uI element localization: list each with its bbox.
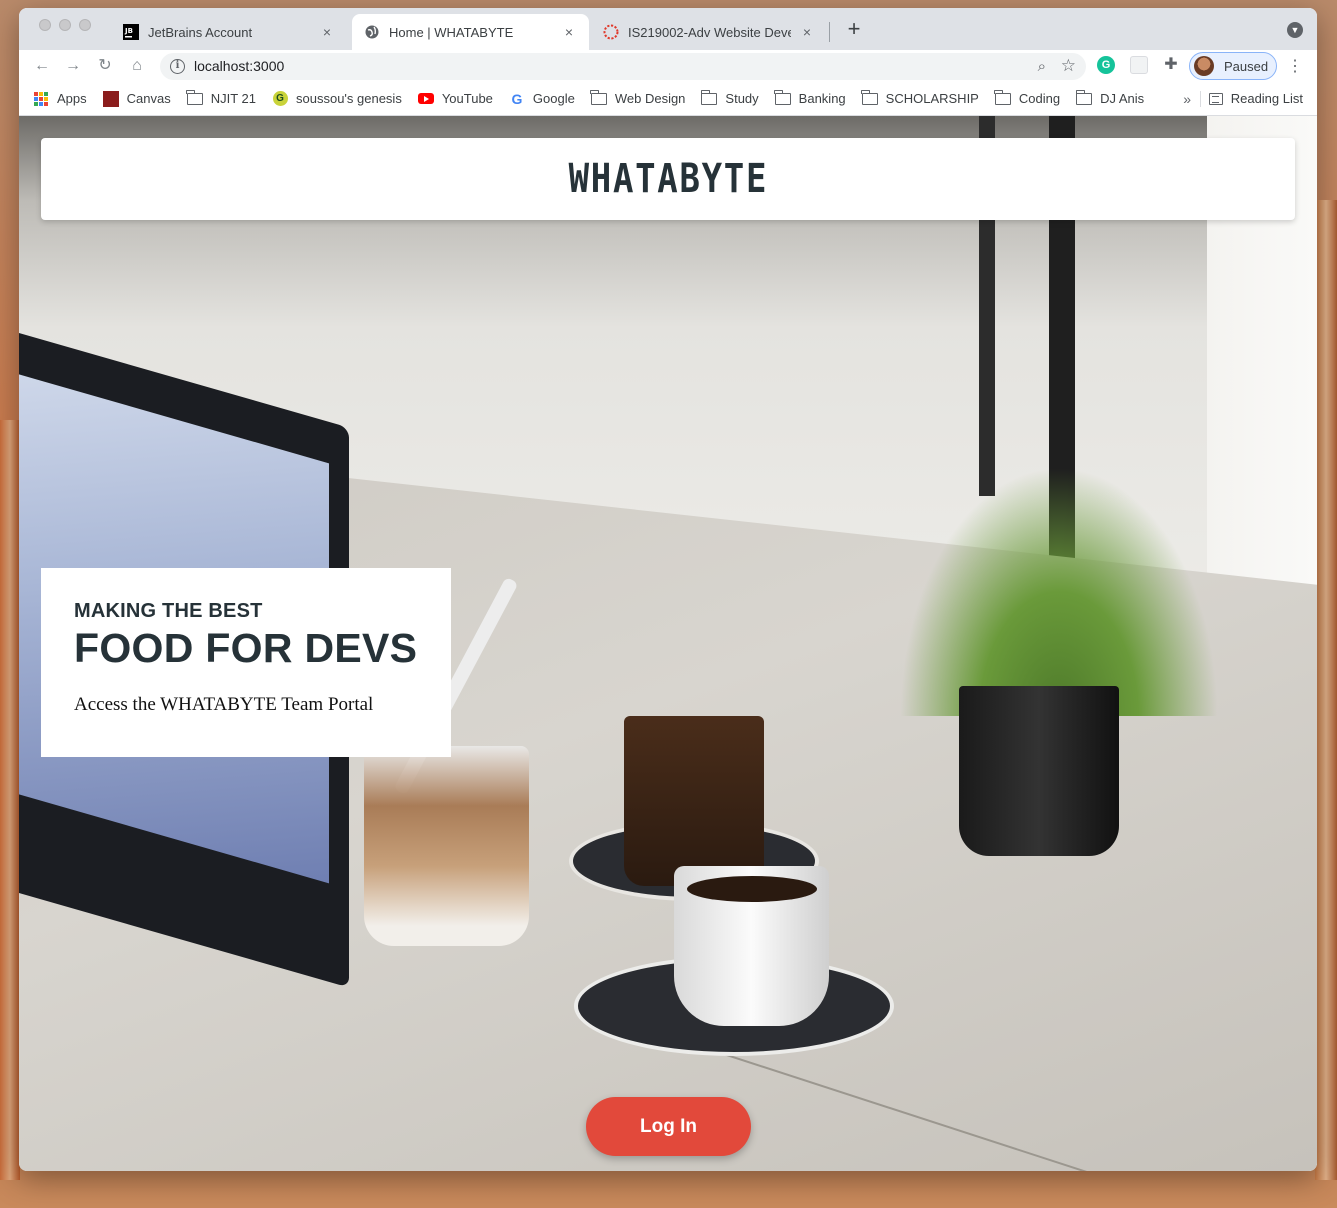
- svg-text:JB: JB: [124, 27, 133, 35]
- globe-icon: [364, 24, 380, 40]
- reading-list-icon: [1208, 92, 1223, 105]
- desktop-background-right: [1315, 200, 1337, 1180]
- site-info-icon[interactable]: i: [170, 59, 185, 74]
- bookmark-label: Banking: [798, 91, 846, 106]
- profile-status: Paused: [1224, 58, 1269, 74]
- bookmark-google[interactable]: G Google: [509, 90, 575, 107]
- bookmark-banking[interactable]: Banking: [774, 89, 846, 106]
- folder-icon: [1075, 89, 1093, 106]
- bookmark-dj-anis[interactable]: DJ Anis: [1075, 89, 1145, 106]
- bookmark-canvas[interactable]: Canvas: [102, 90, 171, 107]
- bookmarks-overflow-icon[interactable]: »: [1183, 91, 1191, 107]
- home-icon[interactable]: ⌂: [126, 55, 148, 77]
- bookmarks-bar: Apps Canvas NJIT 21 G soussou's genesis …: [19, 82, 1317, 116]
- folder-icon: [590, 89, 607, 106]
- tab-search-icon[interactable]: ▼: [1287, 22, 1303, 38]
- bookmark-label: Study: [725, 91, 759, 106]
- bookmark-youtube[interactable]: YouTube: [417, 91, 493, 106]
- tab-divider: [829, 22, 830, 42]
- canvas-icon: [603, 24, 619, 40]
- forward-icon[interactable]: →: [62, 55, 84, 77]
- tab-title: Home | WHATABYTE: [389, 24, 514, 40]
- bookmark-njit-21[interactable]: NJIT 21: [186, 89, 256, 106]
- bookmark-web-design[interactable]: Web Design: [590, 89, 686, 106]
- google-icon: G: [511, 90, 523, 107]
- extensions-puzzle-icon[interactable]: ✚: [1162, 56, 1180, 74]
- tab-home-whatabyte[interactable]: Home | WHATABYTE ×: [352, 14, 589, 50]
- minimize-window-button[interactable]: [59, 19, 71, 31]
- bookmarks-divider: [1200, 91, 1201, 107]
- bookmark-label: YouTube: [441, 91, 493, 106]
- brand-logo[interactable]: WHATABYTE: [568, 156, 768, 202]
- address-bar[interactable]: i localhost:3000 ⌕ ☆: [160, 53, 1086, 80]
- tab-title: JetBrains Account: [148, 24, 253, 40]
- reload-icon[interactable]: ↻: [94, 55, 116, 77]
- bookmark-soussous-genesis[interactable]: G soussou's genesis: [272, 91, 402, 106]
- apps-grid-icon: [33, 91, 49, 106]
- profile-button[interactable]: Paused: [1189, 52, 1277, 80]
- bookmark-label: DJ Anis: [1100, 91, 1145, 106]
- bookmark-label: Web Design: [614, 91, 686, 106]
- extension-icon[interactable]: [1130, 56, 1148, 74]
- folder-icon: [861, 89, 878, 106]
- zoom-window-button[interactable]: [79, 19, 91, 31]
- folder-icon: [994, 89, 1011, 106]
- login-button[interactable]: Log In: [586, 1097, 751, 1156]
- bookmark-label: soussou's genesis: [296, 91, 402, 106]
- bookmark-study[interactable]: Study: [700, 89, 759, 106]
- bookmark-label: Canvas: [126, 91, 171, 106]
- hero-subtitle: Access the WHATABYTE Team Portal: [74, 694, 374, 716]
- browser-menu-icon[interactable]: ⋮: [1287, 56, 1303, 76]
- folder-icon: [186, 89, 203, 106]
- close-window-button[interactable]: [39, 19, 51, 31]
- genesis-icon: G: [272, 91, 288, 106]
- bookmark-label: Coding: [1018, 91, 1061, 106]
- bookmark-label: Apps: [57, 91, 87, 106]
- hero-title: FOOD FOR DEVS: [74, 625, 418, 671]
- window-controls: [39, 19, 91, 31]
- back-icon[interactable]: ←: [31, 55, 53, 77]
- folder-icon: [700, 89, 718, 106]
- avatar: [1194, 56, 1214, 76]
- reading-list-button[interactable]: Reading List: [1208, 91, 1303, 106]
- bookmark-star-icon[interactable]: ☆: [1061, 56, 1076, 76]
- tab-jetbrains-account[interactable]: JB JetBrains Account ×: [111, 14, 347, 50]
- site-header: WHATABYTE: [41, 138, 1295, 220]
- close-tab-icon[interactable]: ×: [561, 24, 577, 40]
- youtube-icon: [417, 92, 434, 106]
- tab-title: IS219002-Adv Website Develo: [628, 24, 791, 40]
- browser-window: JB JetBrains Account × Home | WHATABYTE …: [19, 8, 1317, 1171]
- bookmark-label: Google: [532, 91, 575, 106]
- tab-is219002[interactable]: IS219002-Adv Website Develo ×: [591, 14, 827, 50]
- address-url[interactable]: localhost:3000: [194, 58, 284, 74]
- jetbrains-icon: JB: [123, 24, 139, 40]
- browser-toolbar: ← → ↻ ⌂ i localhost:3000 ⌕ ☆ G ✚ Paused …: [19, 50, 1317, 82]
- bookmark-scholarship[interactable]: SCHOLARSHIP: [861, 89, 979, 106]
- folder-icon: [774, 89, 791, 106]
- tab-strip: JB JetBrains Account × Home | WHATABYTE …: [19, 8, 1317, 50]
- bookmark-label: SCHOLARSHIP: [885, 91, 979, 106]
- web-page: WHATABYTE MAKING THE BEST FOOD FOR DEVS …: [19, 116, 1317, 1171]
- bookmark-coding[interactable]: Coding: [994, 89, 1061, 106]
- zoom-icon[interactable]: ⌕: [1038, 58, 1046, 75]
- close-tab-icon[interactable]: ×: [319, 24, 335, 40]
- new-tab-button[interactable]: +: [842, 18, 866, 40]
- bookmark-apps[interactable]: Apps: [33, 91, 87, 106]
- hero-kicker: MAKING THE BEST: [74, 600, 263, 622]
- canvas-bookmark-icon: [102, 90, 119, 107]
- desktop-background-left: [0, 420, 20, 1180]
- bookmark-label: NJIT 21: [210, 91, 256, 106]
- reading-list-label: Reading List: [1230, 91, 1303, 106]
- close-tab-icon[interactable]: ×: [799, 24, 815, 40]
- grammarly-extension-icon[interactable]: G: [1097, 56, 1115, 74]
- hero-card: MAKING THE BEST FOOD FOR DEVS Access the…: [41, 568, 451, 757]
